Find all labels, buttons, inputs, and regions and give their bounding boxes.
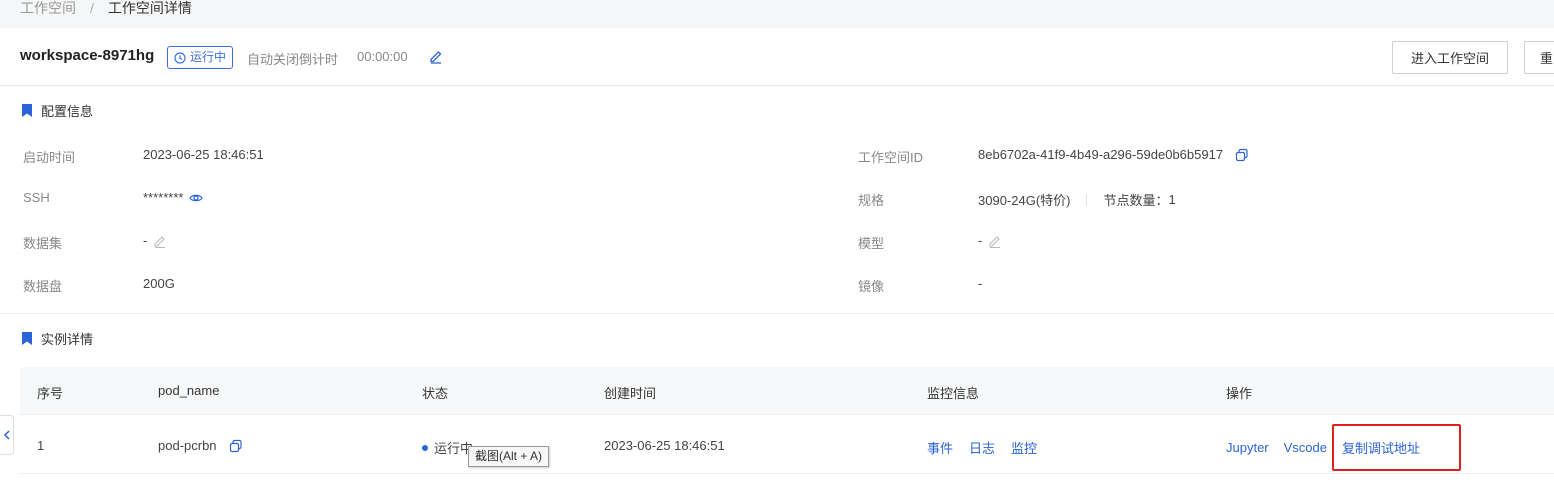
countdown-label: 自动关闭倒计时 <box>247 52 339 67</box>
spec-text: 3090-24G(特价) <box>978 193 1071 208</box>
table-row: 1 pod-pcrbn 运行中 2023-06-25 18:46:51 事件 日… <box>20 416 1554 474</box>
instance-title: 实例详情 <box>41 332 94 347</box>
row-status: 运行中 <box>422 438 473 457</box>
collapse-sidebar-button[interactable] <box>0 415 14 455</box>
instance-section-title: 实例详情 <box>22 329 93 348</box>
column-header-created: 创建时间 <box>604 386 657 401</box>
row-index: 1 <box>37 438 45 453</box>
workspace-name: workspace-8971hg <box>20 47 155 64</box>
row-monitor-links: 事件 日志 监控 <box>927 438 1037 457</box>
node-count-label: 节点数量： <box>1103 193 1169 208</box>
start-time-label: 启动时间 <box>23 150 76 165</box>
ssh-label: SSH <box>23 190 50 205</box>
edit-model-icon[interactable] <box>988 234 1002 248</box>
breadcrumb: 工作空间 / 工作空间详情 <box>20 0 192 18</box>
status-badge-label: 运行中 <box>190 50 227 64</box>
workspace-id-text: 8eb6702a-41f9-4b49-a296-59de0b6b5917 <box>978 147 1224 162</box>
model-text: - <box>978 233 983 248</box>
breadcrumb-root[interactable]: 工作空间 <box>20 0 76 16</box>
monitor-link[interactable]: 监控 <box>1011 438 1037 457</box>
bookmark-icon <box>22 332 32 345</box>
model-value: - <box>978 233 1002 248</box>
start-time-value: 2023-06-25 18:46:51 <box>143 147 264 162</box>
copy-debug-address-link[interactable]: 复制调试地址 <box>1342 438 1420 457</box>
column-header-index: 序号 <box>37 386 64 401</box>
clock-icon <box>174 51 186 64</box>
workspace-id-value: 8eb6702a-41f9-4b49-a296-59de0b6b5917 <box>978 147 1249 162</box>
workspace-id-label: 工作空间ID <box>858 150 924 165</box>
column-header-monitor: 监控信息 <box>927 386 980 401</box>
row-created: 2023-06-25 18:46:51 <box>604 438 725 453</box>
pod-name-text: pod-pcrbn <box>158 438 217 453</box>
table-header: 序号 pod_name 状态 创建时间 监控信息 操作 <box>20 367 1554 415</box>
breadcrumb-separator: / <box>90 0 94 16</box>
status-dot-icon <box>422 444 428 451</box>
copy-icon[interactable] <box>1235 148 1249 162</box>
enter-workspace-button[interactable]: 进入工作空间 <box>1392 41 1508 74</box>
breadcrumb-bar: 工作空间 / 工作空间详情 <box>0 0 1554 28</box>
datadisk-label: 数据盘 <box>23 279 63 294</box>
image-label: 镜像 <box>858 279 885 294</box>
start-time-text: 2023-06-25 18:46:51 <box>143 147 264 162</box>
ssh-value: ******** <box>143 190 204 205</box>
edit-countdown-icon[interactable] <box>428 48 444 64</box>
model-label: 模型 <box>858 236 885 251</box>
restart-button[interactable]: 重 <box>1524 41 1554 74</box>
eye-icon[interactable] <box>189 191 204 205</box>
ssh-masked-text: ******** <box>143 190 184 205</box>
edit-dataset-icon[interactable] <box>153 234 167 248</box>
section-divider <box>0 313 1554 314</box>
spec-value: 3090-24G(特价) 节点数量： 1 <box>978 190 1176 209</box>
vscode-link[interactable]: Vscode <box>1284 440 1327 455</box>
image-text: - <box>978 276 983 291</box>
breadcrumb-current: 工作空间详情 <box>107 0 192 16</box>
screenshot-tooltip: 截图(Alt + A) <box>468 446 550 467</box>
image-value: - <box>978 276 982 291</box>
jupyter-link[interactable]: Jupyter <box>1226 440 1269 455</box>
column-header-status: 状态 <box>422 386 449 401</box>
config-title: 配置信息 <box>41 104 94 119</box>
logs-link[interactable]: 日志 <box>969 438 995 457</box>
column-header-actions: 操作 <box>1226 386 1253 401</box>
row-actions: Jupyter Vscode 复制调试地址 <box>1226 438 1420 457</box>
node-count-value: 1 <box>1168 192 1176 207</box>
copy-icon[interactable] <box>229 439 243 453</box>
row-pod-name: pod-pcrbn <box>158 438 243 453</box>
config-section-title: 配置信息 <box>22 101 93 120</box>
datadisk-text: 200G <box>143 276 175 291</box>
chevron-left-icon <box>3 430 10 440</box>
spec-label: 规格 <box>858 193 885 208</box>
datadisk-value: 200G <box>143 276 175 291</box>
dataset-value: - <box>143 233 167 248</box>
column-header-pod-name: pod_name <box>158 383 220 398</box>
dataset-text: - <box>143 233 148 248</box>
dataset-label: 数据集 <box>23 236 63 251</box>
divider <box>1086 193 1088 206</box>
bookmark-icon <box>22 104 32 117</box>
events-link[interactable]: 事件 <box>927 438 953 457</box>
workspace-header: workspace-8971hg 运行中 自动关闭倒计时 00:00:00 进入… <box>0 28 1554 86</box>
status-badge: 运行中 <box>167 46 234 69</box>
countdown-value: 00:00:00 <box>357 49 408 64</box>
